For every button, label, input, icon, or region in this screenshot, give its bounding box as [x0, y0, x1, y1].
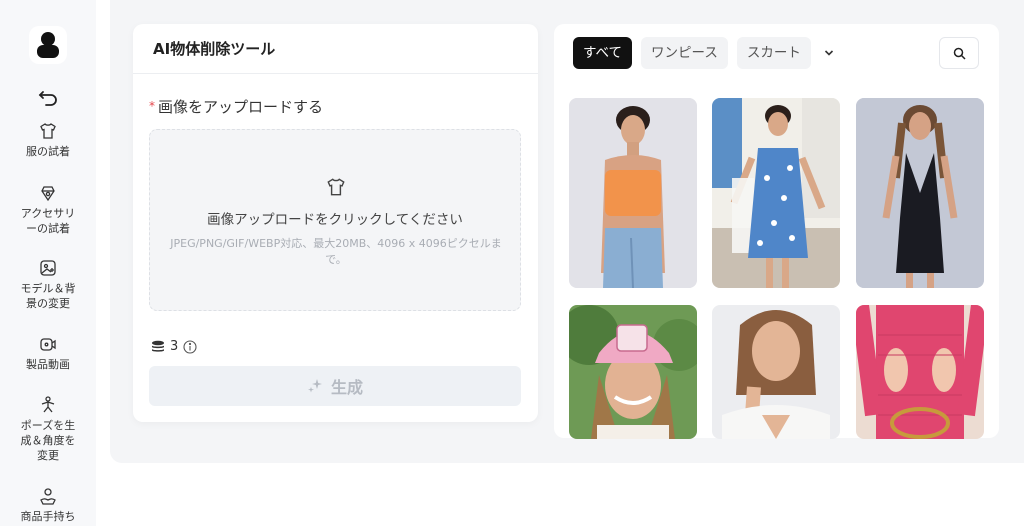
page-title: AI物体削除ツール	[153, 40, 276, 58]
shirt-icon	[40, 123, 56, 139]
generate-button[interactable]: 生成	[149, 366, 521, 406]
sidebar-item-label: アクセサリーの試着	[20, 207, 76, 235]
upload-label-text: 画像をアップロードする	[158, 98, 324, 116]
search-button[interactable]	[939, 37, 979, 69]
pose-icon	[41, 396, 55, 413]
dropzone-instruction: 画像アップロードをクリックしてください	[207, 212, 463, 228]
sidebar-item-pose-angle[interactable]: ポーズを生成＆角度を変更	[0, 395, 96, 463]
sidebar-item-accessory-tryon[interactable]: アクセサリーの試着	[0, 183, 96, 236]
shirt-icon	[327, 178, 345, 196]
tool-panel: AI物体削除ツール * 画像をアップロードする 画像アップロードをクリックしてくだ…	[133, 24, 538, 422]
thumbnail-white-top[interactable]	[712, 305, 840, 439]
thumbnail-floral-dress[interactable]	[712, 98, 840, 288]
thumbnail-black-dress[interactable]	[856, 98, 984, 288]
image-swap-icon	[40, 260, 56, 276]
video-icon	[40, 338, 56, 351]
search-icon	[953, 47, 966, 60]
sidebar-item-label: 製品動画	[26, 358, 70, 371]
upload-label: * 画像をアップロードする	[149, 96, 323, 117]
credit-cost: 3	[151, 339, 197, 354]
info-icon[interactable]	[183, 339, 197, 354]
tab-skirt[interactable]: スカート	[736, 37, 811, 69]
sidebar-item-label: 商品手持ち	[20, 510, 76, 523]
sparkle-icon	[307, 379, 322, 393]
thumbnail-pink-knit[interactable]	[856, 305, 984, 439]
required-mark: *	[149, 99, 155, 113]
sidebar: 服の試着 アクセサリーの試着 モデル＆背景の変更 製品動画 ポーズを生成＆角度を…	[0, 0, 96, 526]
sample-gallery: すべて ワンピース スカート	[554, 24, 999, 439]
divider	[133, 73, 538, 74]
hand-hold-icon	[40, 488, 56, 505]
sidebar-item-label: 服の試着	[26, 145, 70, 158]
accessory-icon	[41, 186, 55, 202]
sidebar-item-label: モデル＆背景の変更	[20, 282, 76, 310]
category-tabs: すべて ワンピース スカート	[573, 37, 838, 69]
sidebar-item-clothes-tryon[interactable]: 服の試着	[0, 121, 96, 159]
thumbnail-orange-top[interactable]	[569, 98, 697, 288]
tab-all[interactable]: すべて	[573, 37, 633, 69]
sidebar-item-model-background[interactable]: モデル＆背景の変更	[0, 258, 96, 311]
sidebar-item-label: ポーズを生成＆角度を変更	[20, 419, 76, 462]
credit-count: 3	[170, 339, 179, 354]
generate-label: 生成	[330, 378, 363, 397]
dropzone-requirements: JPEG/PNG/GIF/WEBP対応、最大20MB、4096 x 4096ピク…	[170, 237, 502, 266]
image-upload-dropzone[interactable]: 画像アップロードをクリックしてください JPEG/PNG/GIF/WEBP対応、…	[149, 129, 521, 311]
coins-icon	[152, 340, 164, 352]
thumbnail-pink-cap[interactable]	[569, 305, 697, 439]
sidebar-item-product-video[interactable]: 製品動画	[0, 334, 96, 372]
tab-onepiece[interactable]: ワンピース	[641, 37, 728, 69]
back-arrow-icon[interactable]	[37, 86, 59, 108]
app-logo[interactable]	[29, 26, 67, 64]
chevron-down-icon[interactable]	[820, 37, 838, 69]
sidebar-item-hand-hold[interactable]: 商品手持ち	[0, 486, 96, 524]
